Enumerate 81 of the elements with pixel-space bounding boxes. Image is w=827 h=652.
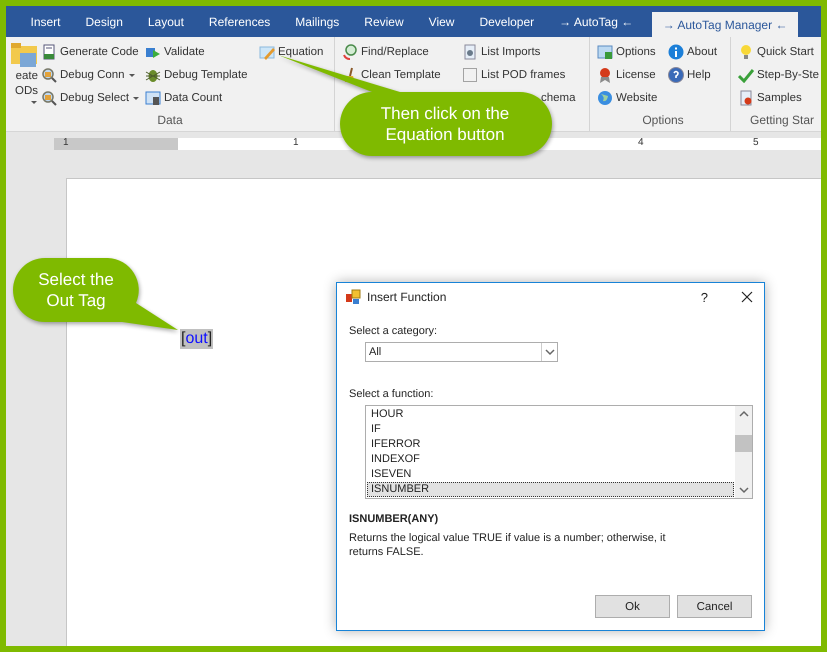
list-item[interactable]: ISNUMBER	[367, 482, 734, 497]
button-label: eate	[16, 69, 38, 84]
group-label: Getting Star	[748, 113, 816, 129]
list-item[interactable]: IFERROR	[367, 437, 734, 452]
ribbon-button[interactable]: chema	[540, 87, 577, 109]
close-icon[interactable]	[740, 290, 754, 304]
pencil-icon	[259, 44, 275, 60]
ruler-number: 1	[63, 137, 69, 148]
out-tag: [out]	[180, 329, 214, 349]
group-label: Options	[641, 113, 685, 129]
ruler-number: 5	[753, 137, 759, 148]
list-item[interactable]: ISEVEN	[367, 467, 734, 482]
ruler-number: 4	[638, 137, 644, 148]
ruler-number: 1	[293, 137, 299, 148]
ribbon-tab[interactable]: Layout	[135, 6, 196, 37]
ribbon-button[interactable]: List Imports	[461, 41, 542, 63]
ribbon-button[interactable]: Samples	[737, 87, 803, 109]
search-icon	[342, 44, 358, 60]
group-label: Data	[156, 113, 184, 129]
ribbon-tab[interactable]: Developer	[466, 6, 547, 37]
window-icon	[597, 44, 613, 60]
help-icon	[668, 67, 684, 83]
ok-button[interactable]: Ok	[595, 595, 670, 618]
callout-text: Then click on the Equation button	[380, 103, 510, 145]
table-icon	[145, 90, 161, 106]
ribbon-button[interactable]: Options	[596, 41, 657, 63]
chevron-down-icon	[738, 485, 750, 495]
globe-icon	[597, 90, 613, 106]
bug-icon	[145, 67, 161, 83]
ribbon-button[interactable]: Validate	[144, 41, 206, 63]
ribbon-button[interactable]: Debug Template	[144, 64, 249, 86]
function-description: Returns the logical value TRUE if value is a number; otherwise, it returns FALSE.	[349, 531, 666, 559]
button-label: ODs	[15, 84, 38, 99]
callout-text: Select the Out Tag	[37, 269, 115, 311]
ribbon-button[interactable]: About	[667, 41, 718, 63]
help-button[interactable]: ?	[700, 290, 708, 304]
ribbon-button[interactable]: List POD frames	[461, 64, 566, 86]
dotted-frame-icon	[462, 67, 478, 83]
list-item[interactable]: INDEXOF	[367, 452, 734, 467]
lightbulb-icon	[738, 44, 754, 60]
ribbon-button[interactable]: Debug Select	[40, 87, 142, 109]
chevron-up-icon	[738, 409, 750, 419]
ribbon-tab[interactable]: → AutoTag Manager ←	[652, 12, 798, 37]
field-label: Select a category:	[349, 325, 438, 337]
ribbon-tab[interactable]: View	[416, 6, 467, 37]
award-icon	[597, 67, 613, 83]
app-icon	[345, 289, 361, 305]
ribbon-button[interactable]: Find/Replace	[341, 41, 430, 63]
ribbon-tab[interactable]: Insert	[18, 6, 74, 37]
ribbon-button[interactable]: Help	[667, 64, 712, 86]
gear-icon	[462, 44, 478, 60]
function-signature: ISNUMBER(ANY)	[349, 513, 440, 525]
ribbon-tab[interactable]: → AutoTag ←	[546, 6, 646, 37]
ribbon-button[interactable]: Website	[596, 87, 658, 109]
document-icon	[738, 90, 754, 106]
ribbon-tab[interactable]: References	[196, 6, 283, 37]
ribbon-tab[interactable]: Design	[73, 6, 136, 37]
checkmark-icon	[738, 67, 754, 83]
magnifier-icon	[41, 67, 57, 83]
ribbon-button[interactable]: Quick Start	[737, 41, 815, 63]
ribbon-button[interactable]: License	[596, 64, 657, 86]
ribbon-button[interactable]: Debug Conn	[40, 64, 137, 86]
list-item[interactable]: HOUR	[367, 407, 734, 422]
category-dropdown[interactable]: All	[365, 342, 558, 362]
chevron-down-icon	[544, 347, 556, 357]
scrollbar-thumb	[735, 435, 752, 452]
dialog-title: Insert Function	[367, 290, 448, 304]
ribbon-button[interactable]: Data Count	[144, 87, 224, 109]
ribbon-tab[interactable]: Review	[352, 6, 416, 37]
cancel-button[interactable]: Cancel	[677, 595, 752, 618]
ribbon-tab[interactable]: Mailings	[282, 6, 352, 37]
ribbon-button[interactable]: eate ODs	[6, 41, 38, 105]
document-icon	[41, 44, 57, 60]
ribbon-button[interactable]: Step-By-Ste	[737, 64, 820, 86]
ribbon-button[interactable]: Generate Code	[40, 41, 140, 63]
field-label: Select a function:	[349, 388, 434, 400]
folder-icon	[10, 41, 38, 69]
ribbon-button[interactable]: Equation	[258, 41, 324, 63]
info-icon	[668, 44, 684, 60]
list-item[interactable]: IF	[367, 422, 734, 437]
magnifier-icon	[41, 90, 57, 106]
